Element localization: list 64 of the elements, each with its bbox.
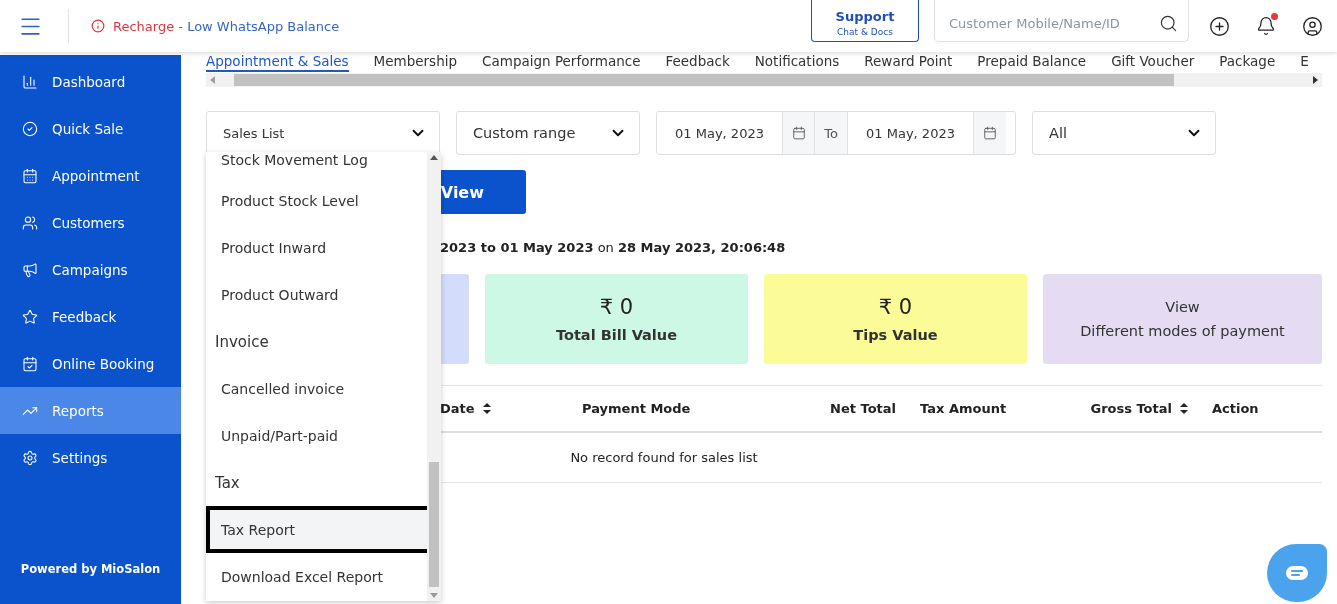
report-tab[interactable]: E	[1300, 54, 1309, 72]
summary-card: ₹ 0 Tips Value	[764, 274, 1027, 364]
search-field[interactable]: Customer Mobile/Name/ID	[934, 0, 1189, 42]
chat-icon	[1285, 565, 1309, 581]
star-icon	[22, 308, 38, 325]
report-tab[interactable]: Package	[1219, 54, 1276, 72]
recharge-alert[interactable]: Recharge - Low WhatsApp Balance	[113, 18, 340, 34]
calendar-icon[interactable]	[973, 112, 1006, 154]
sidebar-item[interactable]: Reports	[0, 387, 181, 434]
column-header: Net Total	[829, 401, 897, 416]
vertical-scrollbar[interactable]	[427, 152, 441, 601]
report-tab[interactable]: Prepaid Balance	[977, 54, 1087, 72]
megaphone-icon	[22, 261, 38, 278]
sidebar-item[interactable]: Appointment	[0, 152, 181, 199]
settings-icon	[22, 449, 38, 466]
calendar-icon[interactable]	[782, 112, 815, 154]
search-icon[interactable]	[1159, 14, 1178, 33]
check-circle-icon	[22, 120, 38, 137]
sidebar-item[interactable]: Feedback	[0, 293, 181, 340]
chat-button[interactable]	[1267, 544, 1327, 602]
sidebar-item[interactable]: Online Booking	[0, 340, 181, 387]
calendar-icon	[22, 167, 38, 184]
scroll-up-arrow-icon[interactable]	[430, 154, 438, 160]
scrollbar-thumb[interactable]	[429, 462, 439, 587]
report-tab[interactable]: Campaign Performance	[482, 54, 641, 72]
column-header: Tax Amount	[920, 401, 1008, 416]
report-tab[interactable]: Membership	[373, 54, 458, 72]
sidebar-item[interactable]: Customers	[0, 199, 181, 246]
summary-card[interactable]: View Different modes of payment	[1043, 274, 1322, 364]
column-header: Action	[1212, 401, 1260, 416]
to-label: To	[815, 112, 848, 154]
empty-message: No record found for sales list	[570, 450, 758, 465]
report-summary: 2023 to 01 May 2023 on 28 May 2023, 20:06:48	[440, 240, 786, 255]
report-select[interactable]: Sales List	[206, 111, 440, 155]
sidebar-item[interactable]: Campaigns	[0, 246, 181, 293]
sidebar-item[interactable]: Settings	[0, 434, 181, 481]
users-icon	[22, 214, 38, 231]
sidebar-item[interactable]: Dashboard	[0, 58, 181, 105]
sort-icon[interactable]	[482, 403, 491, 414]
calendar-check-icon	[22, 355, 38, 372]
report-tab[interactable]: Gift Voucher	[1111, 54, 1195, 72]
sidebar-item[interactable]: Quick Sale	[0, 105, 181, 152]
menu-group-label: Invoice	[214, 331, 270, 353]
user-icon[interactable]	[1302, 15, 1323, 37]
sort-icon[interactable]	[1180, 403, 1188, 414]
column-header[interactable]: Date	[440, 401, 582, 416]
bell-icon[interactable]	[1256, 16, 1276, 36]
range-select[interactable]: Custom range	[456, 111, 640, 155]
info-icon	[91, 19, 105, 33]
menu-option[interactable]: Stock Movement Log	[206, 152, 427, 177]
date-range-field[interactable]: 01 May, 2023 To 01 May, 2023	[656, 111, 1016, 155]
powered-by-text: Powered by MioSalon	[19, 562, 162, 576]
summary-card: ₹ 0 Total Bill Value	[485, 274, 748, 364]
menu-group-label: Tax	[214, 472, 241, 494]
horizontal-scrollbar[interactable]	[206, 73, 1322, 87]
add-icon[interactable]	[1209, 15, 1230, 37]
report-tab[interactable]: Notifications	[754, 54, 840, 72]
column-header[interactable]: Gross Total	[1080, 401, 1212, 416]
bar-chart-icon	[22, 73, 38, 90]
status-select[interactable]: All	[1032, 111, 1216, 155]
support-button[interactable]: Support Chat & Docs	[811, 0, 919, 42]
report-tab[interactable]: Reward Point	[864, 54, 953, 72]
report-tab[interactable]: Feedback	[665, 54, 730, 72]
column-header: Payment Mode	[582, 401, 692, 416]
